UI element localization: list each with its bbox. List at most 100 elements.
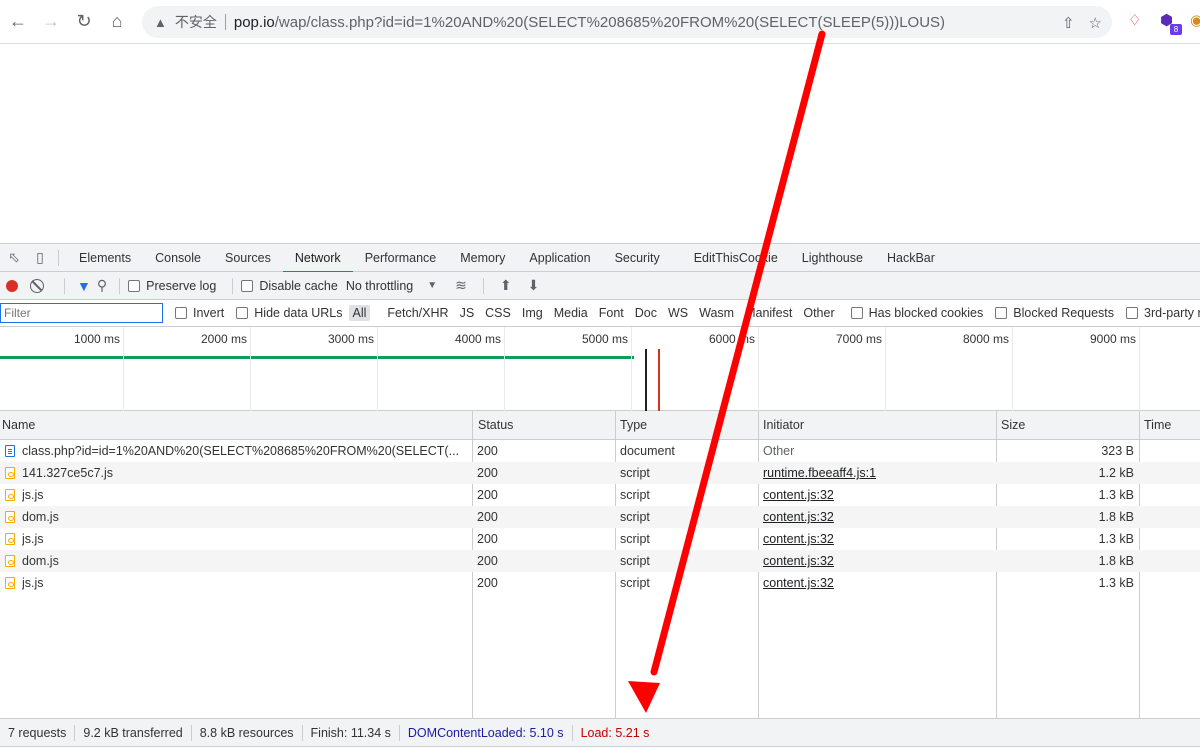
script-file-icon [5,577,15,589]
preserve-log-label: Preserve log [146,278,217,293]
type-filter-xhr[interactable]: Fetch/XHR [383,305,452,321]
tab-lighthouse[interactable]: Lighthouse [790,244,875,272]
url-path: /wap/class.php?id=id=1%20AND%20(SELECT%2… [274,13,946,31]
filter-input[interactable] [0,303,163,323]
record-icon[interactable] [6,279,18,292]
home-icon[interactable]: ⌂ [102,7,132,37]
type-filter-manifest[interactable]: Manifest [741,305,796,321]
dcl-marker-line [645,349,647,411]
type-filter-font[interactable]: Font [595,305,628,321]
type-filter-js[interactable]: JS [456,305,479,321]
tab-hackbar[interactable]: HackBar [875,244,947,272]
back-icon[interactable]: ← [3,7,33,37]
tab-performance[interactable]: Performance [353,244,449,272]
tab-console[interactable]: Console [143,244,213,272]
request-size: 1.2 kB [1098,466,1134,480]
type-filter-media[interactable]: Media [550,305,592,321]
request-initiator[interactable]: content.js:32 [763,506,988,528]
network-overview-timeline[interactable]: 1000 ms 2000 ms 3000 ms 4000 ms 5000 ms 6000 … [0,327,1200,411]
tab-elements[interactable]: Elements [67,244,143,272]
column-size[interactable]: Size [999,411,1025,440]
has-blocked-cookies-checkbox[interactable] [850,307,863,319]
timeline-tick-label: 3000 ms [327,332,374,346]
column-name[interactable]: Name [0,411,35,440]
resources-size: 8.8 kB resources [199,725,294,740]
request-initiator[interactable]: content.js:32 [763,484,988,506]
bookmark-star-icon[interactable]: ☆ [1089,14,1102,32]
request-name: js.js [22,532,44,546]
hide-data-urls-checkbox[interactable] [236,307,249,319]
drawer-strip [0,746,1200,756]
table-row[interactable]: dom.js 200 script content.js:32 1.8 kB [0,550,1200,572]
request-initiator[interactable]: runtime.fbeeaff4.js:1 [763,462,988,484]
type-filter-ws[interactable]: WS [664,305,692,321]
table-row[interactable]: dom.js 200 script content.js:32 1.8 kB [0,506,1200,528]
address-bar[interactable]: ▲ 不安全 pop.io /wap/class.php?id=id=1%20AN… [142,6,1112,38]
forward-icon[interactable]: → [36,7,66,37]
import-har-icon[interactable]: ⬆ [500,277,512,294]
throttling-select[interactable]: No throttling [346,279,413,293]
has-blocked-cookies-option[interactable]: Has blocked cookies [850,306,983,320]
search-icon[interactable]: ⚲ [97,277,107,294]
hide-data-urls-option[interactable]: Hide data URLs [236,306,343,320]
column-time[interactable]: Time [1142,411,1171,440]
table-row[interactable]: js.js 200 script content.js:32 1.3 kB [0,484,1200,506]
type-filter-doc[interactable]: Doc [631,305,661,321]
request-initiator[interactable]: content.js:32 [763,528,988,550]
inspect-element-icon[interactable]: ⬁ [4,248,24,268]
type-filter-all[interactable]: All [348,305,371,321]
filter-funnel-icon[interactable]: ▼ [77,278,91,294]
preserve-log-checkbox[interactable] [128,279,141,292]
third-party-option[interactable]: 3rd-party re [1126,306,1200,320]
type-filter-img[interactable]: Img [518,305,547,321]
request-name: js.js [22,488,44,502]
export-har-icon[interactable]: ⬇ [528,277,540,294]
timeline-gridline [504,327,505,411]
table-row[interactable]: js.js 200 script content.js:32 1.3 kB [0,528,1200,550]
hide-data-urls-label: Hide data URLs [254,306,343,320]
tab-sources[interactable]: Sources [213,244,283,272]
invert-option[interactable]: Invert [175,306,224,320]
clear-icon[interactable] [30,278,44,293]
table-row[interactable]: js.js 200 script content.js:32 1.3 kB [0,572,1200,594]
disable-cache-label: Disable cache [259,278,338,293]
network-conditions-icon[interactable]: ≋ [455,277,467,294]
tab-memory[interactable]: Memory [448,244,517,272]
blocked-requests-checkbox[interactable] [995,307,1008,319]
extension-cookie-icon[interactable]: ◉ [1190,11,1200,29]
invert-checkbox[interactable] [175,307,187,319]
table-row[interactable]: 141.327ce5c7.js 200 script runtime.fbeeaff4… [0,462,1200,484]
tab-application[interactable]: Application [517,244,602,272]
extension-hackbar-icon[interactable]: ♢ [1128,11,1141,29]
type-filter-css[interactable]: CSS [481,305,515,321]
tab-security[interactable]: Security [603,244,672,272]
tab-network[interactable]: Network [282,244,353,273]
address-divider [224,14,226,30]
request-type: document [620,444,675,458]
type-filter-wasm[interactable]: Wasm [695,305,738,321]
request-status: 200 [477,554,498,568]
disable-cache-checkbox[interactable] [241,279,254,292]
share-icon[interactable]: ⇧ [1062,14,1075,32]
column-type[interactable]: Type [618,411,647,440]
network-toolbar: ▼ ⚲ Preserve log Disable cache No thrott… [0,272,1200,300]
type-filter-other[interactable]: Other [799,305,838,321]
device-toolbar-icon[interactable]: ▯ [30,248,50,268]
chevron-down-icon[interactable]: ▼ [427,280,437,291]
timeline-gridline [250,327,251,411]
request-status: 200 [477,444,498,458]
column-status[interactable]: Status [476,411,513,440]
reload-icon[interactable]: ↻ [69,7,99,37]
request-initiator[interactable]: content.js:32 [763,550,988,572]
request-type: script [620,466,650,480]
request-initiator[interactable]: content.js:32 [763,572,988,594]
table-row[interactable]: class.php?id=id=1%20AND%20(SELECT%208685… [0,440,1200,462]
tab-editthiscookie[interactable]: EditThisCookie [682,244,790,272]
request-type: script [620,576,650,590]
timeline-progress-bar [0,356,634,359]
column-initiator[interactable]: Initiator [761,411,804,440]
third-party-checkbox[interactable] [1126,307,1139,319]
blocked-requests-option[interactable]: Blocked Requests [995,306,1114,320]
timeline-tick-label: 1000 ms [73,332,120,346]
request-status: 200 [477,532,498,546]
